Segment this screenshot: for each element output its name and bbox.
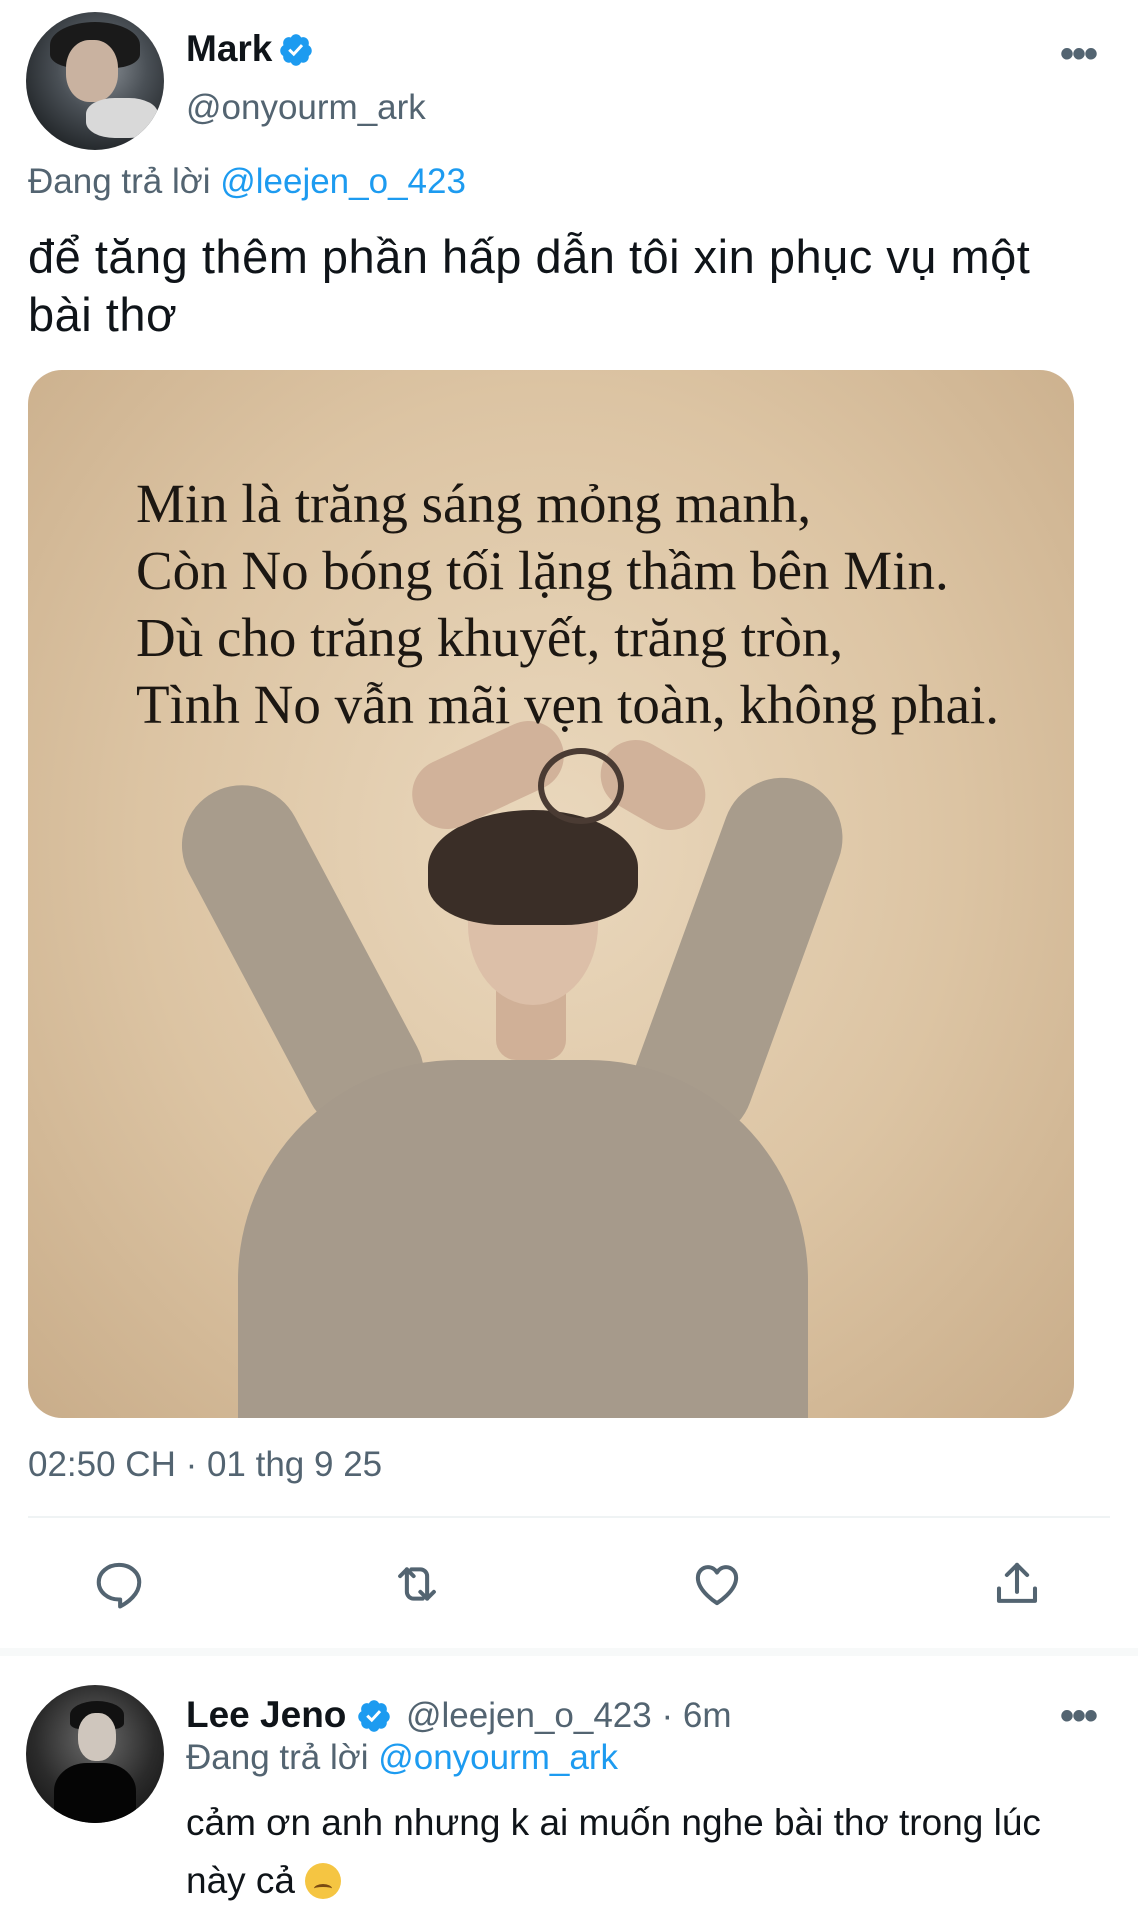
reply-more-options-icon[interactable]: ••• (1060, 1696, 1098, 1736)
reply-text: cảm ơn anh nhưng k ai muốn nghe bài thơ … (186, 1794, 1106, 1910)
reply-replying-to: Đang trả lời @onyourm_ark (186, 1738, 618, 1778)
comment-icon[interactable] (92, 1557, 146, 1611)
reply-handle-text[interactable]: @leejen_o_423 (406, 1696, 652, 1735)
reply-author-handle: @leejen_o_423 · 6m (406, 1696, 731, 1736)
tweet-image[interactable]: Min là trăng sáng mỏng manh, Còn No bóng… (28, 370, 1074, 1418)
verified-badge-icon (280, 34, 312, 66)
tweet-text: để tăng thêm phần hấp dẫn tôi xin phục v… (28, 230, 1031, 341)
replying-to-mention[interactable]: @leejen_o_423 (220, 162, 466, 201)
reply-replying-to-label: Đang trả lời (186, 1738, 369, 1777)
tweet-timestamp[interactable]: 02:50 CH · 01 thg 9 25 (28, 1445, 382, 1485)
replying-to-label: Đang trả lời (28, 162, 211, 201)
share-icon[interactable] (990, 1557, 1044, 1611)
verified-badge-icon (358, 1700, 390, 1732)
reply-time[interactable]: · 6m (661, 1696, 731, 1735)
author-handle[interactable]: @onyourm_ark (186, 88, 426, 128)
replying-to: Đang trả lời @leejen_o_423 (28, 162, 466, 202)
retweet-icon[interactable] (390, 1557, 444, 1611)
reply-replying-to-mention[interactable]: @onyourm_ark (378, 1738, 618, 1777)
sleepy-face-icon (305, 1863, 342, 1899)
reply-author-name[interactable]: Lee Jeno (186, 1694, 346, 1736)
image-poem-text: Min là trăng sáng mỏng manh, Còn No bóng… (136, 473, 1000, 735)
author-name[interactable]: Mark (186, 28, 272, 70)
reply-author-avatar[interactable] (26, 1685, 164, 1823)
divider (28, 1516, 1110, 1518)
like-icon[interactable] (690, 1557, 744, 1611)
author-avatar[interactable] (26, 12, 164, 150)
section-divider (0, 1648, 1138, 1656)
more-options-icon[interactable]: ••• (1060, 34, 1098, 74)
